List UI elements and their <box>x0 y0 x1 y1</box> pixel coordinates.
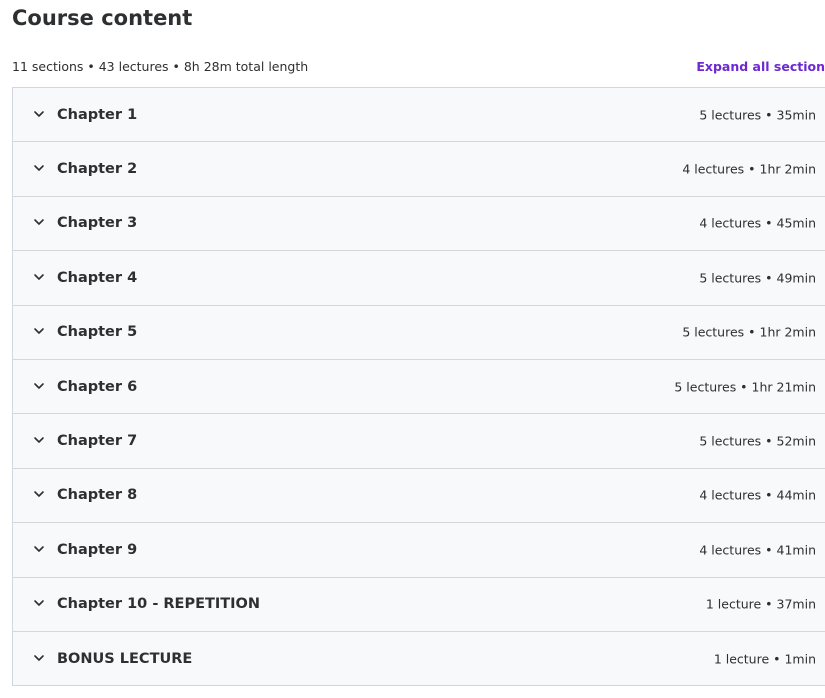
section-meta: 4 lectures • 45min <box>699 215 816 231</box>
section-row-chapter-2[interactable]: Chapter 2 4 lectures • 1hr 2min <box>13 142 825 197</box>
section-meta: 5 lectures • 35min <box>699 107 816 123</box>
section-meta: 1 lecture • 1min <box>713 651 816 667</box>
chevron-down-icon <box>32 542 46 556</box>
section-row-chapter-4[interactable]: Chapter 4 5 lectures • 49min <box>13 251 825 306</box>
page-title: Course content <box>12 6 193 30</box>
section-meta: 5 lectures • 49min <box>699 270 816 286</box>
section-title: Chapter 3 <box>57 215 138 232</box>
section-title: Chapter 2 <box>57 161 138 178</box>
chevron-down-icon <box>32 107 46 121</box>
section-title: Chapter 1 <box>57 106 138 123</box>
section-row-chapter-3[interactable]: Chapter 3 4 lectures • 45min <box>13 196 825 252</box>
section-title: Chapter 4 <box>57 269 138 286</box>
chevron-down-icon <box>32 324 46 338</box>
section-title: Chapter 6 <box>57 378 138 395</box>
chevron-down-icon <box>32 433 46 447</box>
section-title: Chapter 5 <box>57 324 138 341</box>
section-title: BONUS LECTURE <box>57 650 193 667</box>
section-title: Chapter 8 <box>57 487 138 504</box>
section-row-chapter-1[interactable]: Chapter 1 5 lectures • 35min <box>13 88 825 143</box>
section-title: Chapter 9 <box>57 541 138 558</box>
section-meta: 5 lectures • 52min <box>699 433 816 449</box>
section-meta: 4 lectures • 1hr 2min <box>682 161 816 177</box>
chevron-down-icon <box>32 651 46 665</box>
section-meta: 5 lectures • 1hr 21min <box>674 379 816 395</box>
section-meta: 4 lectures • 41min <box>699 542 816 558</box>
section-title: Chapter 10 - REPETITION <box>57 596 261 613</box>
expand-all-sections-button[interactable]: Expand all section <box>696 58 825 76</box>
section-row-chapter-6[interactable]: Chapter 6 5 lectures • 1hr 21min <box>13 359 825 415</box>
section-row-chapter-5[interactable]: Chapter 5 5 lectures • 1hr 2min <box>13 305 825 360</box>
section-meta: 1 lecture • 37min <box>705 596 816 612</box>
chevron-down-icon <box>32 596 46 610</box>
section-meta: 5 lectures • 1hr 2min <box>682 324 816 340</box>
section-row-chapter-9[interactable]: Chapter 9 4 lectures • 41min <box>13 523 825 578</box>
chevron-down-icon <box>32 215 46 229</box>
chevron-down-icon <box>32 270 46 284</box>
section-row-chapter-8[interactable]: Chapter 8 4 lectures • 44min <box>13 468 825 524</box>
course-summary-bar: 11 sections • 43 lectures • 8h 28m total… <box>12 58 825 76</box>
section-list: Chapter 1 5 lectures • 35min Chapter 2 4… <box>12 87 825 687</box>
chevron-down-icon <box>32 161 46 175</box>
chevron-down-icon <box>32 487 46 501</box>
section-row-chapter-7[interactable]: Chapter 7 5 lectures • 52min <box>13 414 825 469</box>
section-row-chapter-10[interactable]: Chapter 10 - REPETITION 1 lecture • 37mi… <box>13 577 825 632</box>
section-meta: 4 lectures • 44min <box>699 487 816 503</box>
section-title: Chapter 7 <box>57 433 138 450</box>
section-row-bonus-lecture[interactable]: BONUS LECTURE 1 lecture • 1min <box>13 631 825 687</box>
chevron-down-icon <box>32 379 46 393</box>
course-summary: 11 sections • 43 lectures • 8h 28m total… <box>12 59 309 74</box>
